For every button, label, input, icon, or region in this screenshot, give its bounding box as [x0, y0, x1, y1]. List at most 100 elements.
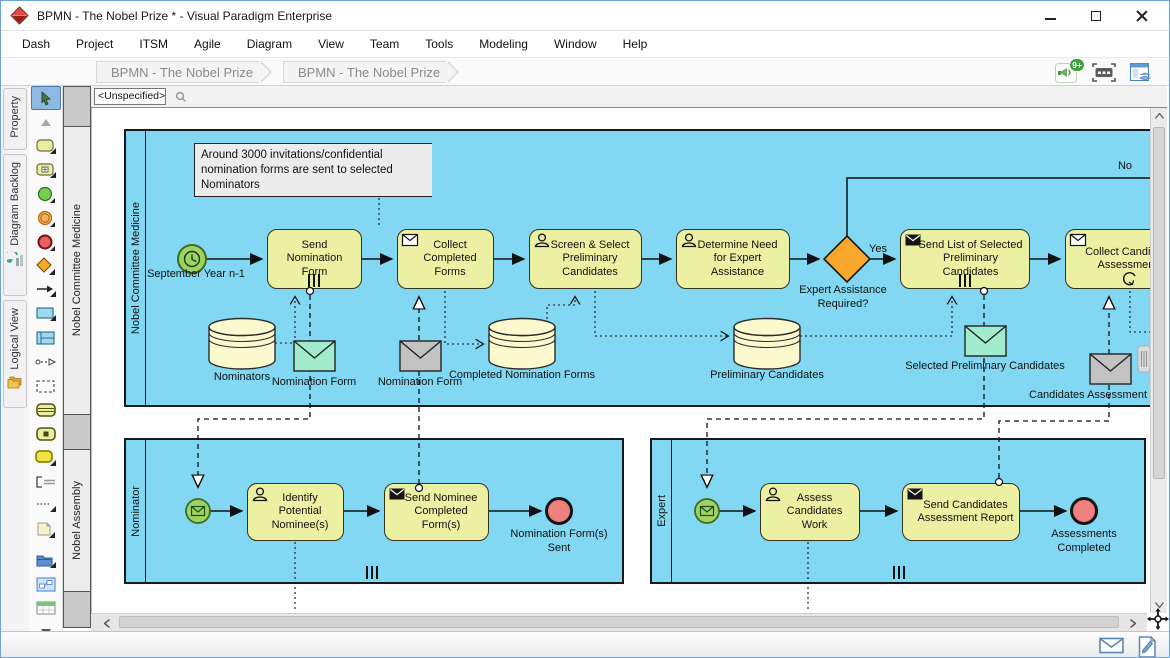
messages-envelope-button[interactable]	[1099, 636, 1124, 654]
note-icon	[37, 522, 55, 538]
pool-expert-name-band[interactable]: Expert	[652, 440, 672, 582]
visual-paradigm-window: BPMN - The Nobel Prize * - Visual Paradi…	[0, 0, 1170, 658]
scroll-right-button[interactable]	[1125, 615, 1141, 631]
task-collect-completed-forms[interactable]: Collect Completed Forms	[397, 229, 494, 289]
task-screen-select-preliminary-candidates[interactable]: Screen & Select Preliminary Candidates	[529, 229, 642, 289]
data-store-tool-button[interactable]	[31, 398, 61, 422]
news-megaphone-button[interactable]: 9+	[1055, 61, 1081, 84]
data-object-icon	[36, 427, 56, 441]
menu-help[interactable]: Help	[610, 33, 661, 55]
pool-strip-committee[interactable]: Nobel Committee Medicine	[64, 127, 90, 415]
pool-icon	[36, 307, 56, 321]
menu-diagram[interactable]: Diagram	[234, 33, 305, 55]
pool-expert[interactable]: Expert	[650, 438, 1146, 584]
intermediate-event-tool-button[interactable]	[31, 206, 61, 230]
text-annotation-tool-button[interactable]	[31, 470, 61, 494]
menu-itsm[interactable]: ITSM	[126, 33, 181, 55]
callout-tool-button[interactable]	[31, 446, 61, 470]
scroll-right-arrow-icon	[1130, 619, 1136, 628]
group-tool-button[interactable]	[31, 374, 61, 398]
minimize-button[interactable]	[1027, 1, 1073, 31]
pool-strip-spacer	[64, 87, 90, 127]
horizontal-scrollbar[interactable]	[91, 613, 1147, 631]
task-send-nomination-form[interactable]: Send Nomination Form	[267, 229, 362, 289]
lane-icon	[36, 331, 56, 346]
shape-palette	[29, 86, 63, 641]
menu-tools[interactable]: Tools	[412, 33, 466, 55]
menu-dash[interactable]: Dash	[9, 33, 63, 55]
palette-scroll-up-button[interactable]	[31, 110, 61, 134]
tab-logical-view-label: Logical View	[9, 308, 21, 370]
zoom-level-select[interactable]: <Unspecified>	[94, 88, 166, 105]
pool-strip-assembly[interactable]: Nobel Assembly	[64, 450, 90, 592]
task-tool-button[interactable]	[31, 134, 61, 158]
message-green-nomination-form-label: Nomination Form	[254, 376, 374, 390]
horizontal-scroll-thumb[interactable]	[119, 616, 1119, 628]
task-send-candidates-assessment-report[interactable]: Send Candidates Assessment Report	[902, 483, 1020, 541]
pointer-tool-button[interactable]	[31, 86, 61, 110]
task-identify-potential-nominees[interactable]: Identify Potential Nominee(s)	[247, 483, 344, 541]
notes-editor-button[interactable]	[1138, 636, 1157, 658]
status-bar	[1, 631, 1170, 658]
diagram-overview-button[interactable]	[31, 572, 61, 596]
data-store-icon	[36, 403, 56, 417]
tab-property-label: Property	[9, 96, 21, 138]
pan-tool-button[interactable]	[1147, 607, 1169, 631]
task-determine-need-expert-assistance[interactable]: Determine Need for Expert Assistance	[676, 229, 790, 289]
menu-modeling[interactable]: Modeling	[466, 33, 541, 55]
pool-nominator-name-band[interactable]: Nominator	[126, 440, 146, 582]
nominator-end-label: Nomination Form(s) Sent	[499, 528, 619, 556]
scroll-up-arrow-icon	[1155, 113, 1164, 119]
sequence-flow-icon	[36, 283, 56, 297]
panel-layout-icon	[1127, 61, 1153, 84]
tab-diagram-backlog[interactable]: Diagram Backlog	[3, 154, 27, 296]
sequence-flow-tool-button[interactable]	[31, 278, 61, 302]
diagram-overview-icon	[36, 577, 56, 592]
vertical-scrollbar[interactable]	[1150, 108, 1167, 613]
breadcrumb-item-1[interactable]: BPMN - The Nobel Prize	[96, 61, 259, 83]
callout-icon	[35, 450, 56, 466]
menu-window[interactable]: Window	[541, 33, 610, 55]
menu-project[interactable]: Project	[63, 33, 126, 55]
maximize-button[interactable]	[1073, 1, 1119, 31]
pool-tool-button[interactable]	[31, 302, 61, 326]
model-folder-button[interactable]	[31, 548, 61, 572]
canvas-toolbar: <Unspecified>	[91, 86, 1167, 108]
fit-to-window-button[interactable]	[1091, 61, 1117, 84]
note-tool-button[interactable]	[31, 518, 61, 542]
association-tool-button[interactable]	[31, 350, 61, 374]
text-annotation[interactable]: Around 3000 invitations/confidential nom…	[194, 143, 432, 197]
scroll-up-button[interactable]	[1151, 108, 1167, 124]
lane-tool-button[interactable]	[31, 326, 61, 350]
diagram-canvas[interactable]: Nobel Committee Medicine Nominator Exper…	[91, 108, 1150, 613]
menu-team[interactable]: Team	[357, 33, 412, 55]
close-button[interactable]	[1119, 1, 1165, 31]
pool-strip-spacer	[64, 415, 90, 450]
maximize-icon	[1091, 11, 1101, 21]
pool-nominator[interactable]: Nominator	[124, 438, 624, 584]
end-event-tool-button[interactable]	[31, 230, 61, 254]
data-object-tool-button[interactable]	[31, 422, 61, 446]
menu-agile[interactable]: Agile	[181, 33, 234, 55]
pool-expert-label: Expert	[656, 495, 668, 527]
task-send-list-selected-preliminary-candidates[interactable]: Send List of Selected Preliminary Candid…	[900, 229, 1030, 289]
menu-view[interactable]: View	[305, 33, 357, 55]
start-event-tool-button[interactable]	[31, 182, 61, 206]
search-icon[interactable]	[175, 91, 187, 103]
panel-layout-button[interactable]	[1127, 61, 1153, 84]
vertical-scroll-thumb[interactable]	[1153, 127, 1165, 479]
scroll-left-button[interactable]	[99, 615, 115, 631]
message-candidates-assessment-label: Candidates Assessment	[1029, 389, 1150, 403]
subprocess-tool-button[interactable]	[31, 158, 61, 182]
task-collect-candidates-work-assessment-report[interactable]: Collect Candidates Work Assessment Repor…	[1065, 229, 1150, 289]
pool-nominator-label: Nominator	[130, 486, 142, 537]
task-assess-candidates-work[interactable]: Assess Candidates Work	[760, 483, 860, 541]
tab-logical-view[interactable]: Logical View	[3, 300, 27, 408]
dotted-connector-tool-button[interactable]	[31, 494, 61, 518]
task-send-nominee-completed-forms[interactable]: Send Nominee Completed Form(s)	[384, 483, 489, 541]
breadcrumb-item-2[interactable]: BPMN - The Nobel Prize	[283, 61, 446, 83]
grid-diagram-button[interactable]	[31, 596, 61, 620]
gateway-tool-button[interactable]	[31, 254, 61, 278]
tab-property[interactable]: Property	[3, 88, 27, 150]
tab-diagram-backlog-label: Diagram Backlog	[9, 162, 21, 246]
